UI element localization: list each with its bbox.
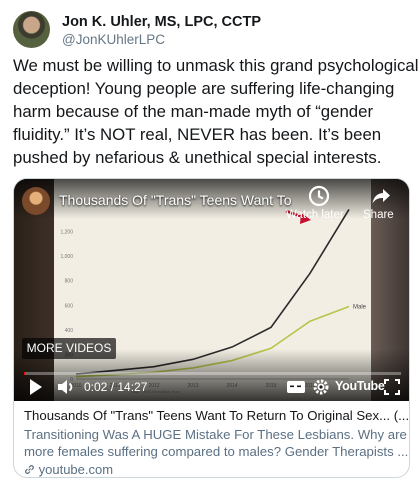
- share-label[interactable]: Share: [363, 209, 394, 221]
- card-description-line: Transitioning Was A HUGE Mistake For The…: [24, 427, 407, 442]
- share-icon[interactable]: [370, 185, 392, 207]
- chart-y-tick-label: 600: [65, 303, 74, 309]
- tweet-line: deception! Young people are suffering li…: [13, 79, 395, 98]
- tweet-line: pushed by nefarious & unethical special …: [13, 148, 382, 167]
- card-text[interactable]: Thousands Of "Trans" Teens Want To Retur…: [24, 407, 409, 477]
- chart-y-tick-label: 800: [65, 279, 74, 285]
- video-title[interactable]: Thousands Of "Trans" Teens Want To: [59, 192, 292, 208]
- play-icon[interactable]: [28, 377, 44, 397]
- cc-icon[interactable]: [286, 377, 306, 397]
- link-card[interactable]: 02004006008001,0001,20020102011201220132…: [13, 178, 410, 478]
- card-domain[interactable]: youtube.com: [24, 462, 404, 477]
- author-display-name[interactable]: Jon K. Uhler, MS, LPC, CCTP: [62, 14, 261, 30]
- tweet-text: We must be willing to unmask this grand …: [13, 54, 419, 169]
- chart-y-tick-label: 1,000: [60, 254, 73, 260]
- clock-icon[interactable]: [308, 185, 330, 207]
- video-player[interactable]: 02004006008001,0001,20020102011201220132…: [14, 179, 409, 401]
- progress-fill: [24, 372, 25, 375]
- youtube-logo[interactable]: YouTube: [335, 379, 385, 393]
- avatar[interactable]: [13, 11, 50, 48]
- card-domain-text: youtube.com: [38, 462, 114, 477]
- watch-later-label[interactable]: Watch later: [286, 209, 344, 221]
- chart-y-tick-label: 400: [65, 328, 74, 334]
- video-time: 0:02 / 14:27: [84, 380, 148, 394]
- card-title[interactable]: Thousands Of "Trans" Teens Want To Retur…: [24, 407, 409, 425]
- channel-icon[interactable]: [22, 187, 50, 215]
- tweet-line: fluidity.” It’s NOT real, NEVER has been…: [13, 125, 382, 144]
- tweet-line: We must be willing to unmask this grand …: [13, 56, 419, 75]
- tweet-line: harm because of the man-made myth of “ge…: [13, 102, 374, 121]
- more-videos-button[interactable]: MORE VIDEOS: [22, 338, 116, 359]
- chart-series-label: Male: [353, 305, 367, 311]
- link-icon: [25, 465, 34, 474]
- volume-icon[interactable]: [56, 377, 76, 397]
- author-handle[interactable]: @JonKUhlerLPC: [62, 32, 165, 47]
- card-description-line: more females suffering compared to males…: [24, 444, 409, 459]
- card-description: Transitioning Was A HUGE Mistake For The…: [24, 426, 409, 460]
- fullscreen-icon[interactable]: [384, 377, 400, 397]
- gear-icon[interactable]: [312, 377, 330, 397]
- chart-y-tick-label: 1,200: [60, 230, 73, 236]
- progress-bar[interactable]: [24, 372, 401, 375]
